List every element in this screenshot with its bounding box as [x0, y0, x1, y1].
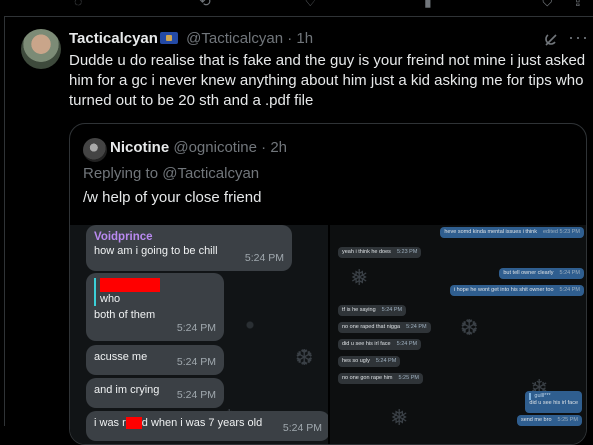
message-text: did u see his irl face [529, 400, 578, 406]
chat-message: i hope he wont get into his shit owner t… [449, 285, 584, 296]
chat-message: send me bro 5:25 PM [516, 415, 582, 426]
quote-display-name[interactable]: Nicotine [110, 139, 169, 156]
chat-message: did u see his irl face 5:24 PM [338, 339, 422, 350]
tweet-header: Tacticalcyan @Tacticalcyan · 1h [69, 29, 313, 49]
share-icon[interactable]: ⇪ [572, 0, 584, 10]
reply-quoted-text: who [100, 293, 121, 306]
chat-message: acusse me 5:24 PM [86, 345, 224, 375]
retweet-icon[interactable]: ⟲ [199, 0, 211, 10]
message-text-part: d when i was 7 years old [141, 417, 263, 429]
redaction-box [125, 417, 142, 430]
snowflake-icon: ❆ [460, 315, 479, 340]
message-text: tf is he saying [342, 307, 376, 313]
snowflake-icon: ❆ [295, 345, 314, 370]
message-text: hes so ugly [342, 358, 370, 364]
previous-tweet-actions: ◌ ⟲ ♡ ▮ ⛉ ⇪ [4, 0, 593, 17]
redaction-box [100, 278, 160, 293]
chat-message: and im crying 5:24 PM [86, 378, 224, 408]
tweet-text: Dudde u do realise that is fake and the … [69, 52, 586, 109]
handle[interactable]: @Tacticalcyan [186, 30, 283, 47]
bookmark-icon[interactable]: ⛉ [542, 0, 553, 10]
message-time: 5:24 PM [396, 341, 418, 347]
message-time: 5:24 PM [176, 356, 216, 368]
message-time: 5:24 PM [176, 322, 216, 334]
message-time: 5:25 PM [398, 375, 419, 381]
message-time: 5:24 PM [559, 270, 580, 276]
snowflake-icon: ❅ [350, 265, 369, 290]
chat-message: hes so ugly 5:24 PM [338, 356, 401, 367]
more-icon[interactable]: ··· [568, 27, 589, 48]
quote-header: Nicotine @ognicotine · 2h [110, 138, 287, 158]
message-text: no one gon rape him [342, 375, 393, 381]
chat-message: gulll*** did u see his irl face [525, 391, 582, 413]
message-time: edited 5:23 PM [543, 229, 580, 235]
chat-message: but tell owner clearly 5:24 PM [499, 268, 584, 279]
message-time: 5:23 PM [396, 249, 418, 255]
message-text: but tell owner clearly [503, 270, 554, 276]
quote-avatar[interactable] [83, 138, 107, 162]
message-text: yeah i think he does [342, 249, 391, 255]
snowflake-icon: ❅ [390, 405, 409, 430]
display-name[interactable]: Tacticalcyan [69, 30, 158, 47]
chat-message: yeah i think he does 5:23 PM [338, 247, 422, 258]
chat-screenshot-right[interactable]: ❅ ❆ ❄ ❅ heve somd kinda mental issues i … [330, 225, 586, 444]
chat-message: no one gon rape him 5:25 PM [338, 373, 423, 384]
message-text: heve somd kinda mental issues i think [444, 229, 537, 235]
message-time: 5:25 PM [557, 417, 578, 423]
replying-to-label: Replying to [83, 165, 159, 182]
message-time: 5:24 PM [559, 287, 580, 293]
avatar[interactable] [21, 29, 61, 69]
timestamp[interactable]: 1h [296, 30, 313, 47]
sender-name: Voidprince [94, 231, 153, 243]
message-time: 5:24 PM [282, 422, 322, 434]
chat-message: i was r d when i was 7 years old 5:24 PM [86, 411, 328, 441]
dot-separator: · [287, 30, 293, 47]
message-time: 5:24 PM [406, 324, 427, 330]
message-time: 5:24 PM [375, 358, 397, 364]
like-icon[interactable]: ♡ [304, 0, 317, 10]
chat-message: who both of them 5:24 PM [86, 273, 224, 341]
verified-flag-icon [159, 32, 178, 44]
chat-screenshot-left[interactable]: ❄ ❅ ❆ ❄ Voidprince how am i going to be … [70, 225, 328, 444]
message-text: both of them [94, 309, 156, 321]
reply-icon[interactable]: ◌ [74, 0, 82, 9]
quote-handle[interactable]: @ognicotine [173, 139, 257, 156]
chat-message: no one raped that nigga 5:24 PM [338, 322, 431, 333]
replying-to-handle[interactable]: @Tacticalcyan [162, 165, 259, 182]
message-text: i hope he wont get into his shit owner t… [453, 287, 554, 293]
thread-border [4, 16, 5, 426]
views-icon[interactable]: ▮ [424, 0, 432, 10]
quote-text: /w help of your close friend [83, 189, 262, 206]
reply-quote-bar [94, 278, 96, 306]
message-text: no one raped that nigga [342, 324, 401, 330]
message-text-part: i was r [94, 417, 126, 429]
chat-message: tf is he saying 5:24 PM [338, 305, 407, 316]
message-text: did u see his irl face [342, 341, 391, 347]
quote-timestamp[interactable]: 2h [270, 139, 287, 156]
message-time: 5:24 PM [176, 389, 216, 401]
message-time: 5:24 PM [244, 252, 284, 264]
dot-separator: · [261, 139, 267, 156]
replying-to: Replying to @Tacticalcyan [83, 164, 259, 184]
message-text: send me bro [520, 417, 552, 423]
chat-message: heve somd kinda mental issues i think edi… [440, 227, 584, 238]
message-time: 5:24 PM [381, 307, 403, 313]
quoted-tweet[interactable]: Nicotine @ognicotine · 2h Replying to @T… [69, 123, 587, 445]
reply-quote: gulll*** [529, 393, 578, 400]
chat-message: Voidprince how am i going to be chill 5:… [86, 225, 292, 271]
